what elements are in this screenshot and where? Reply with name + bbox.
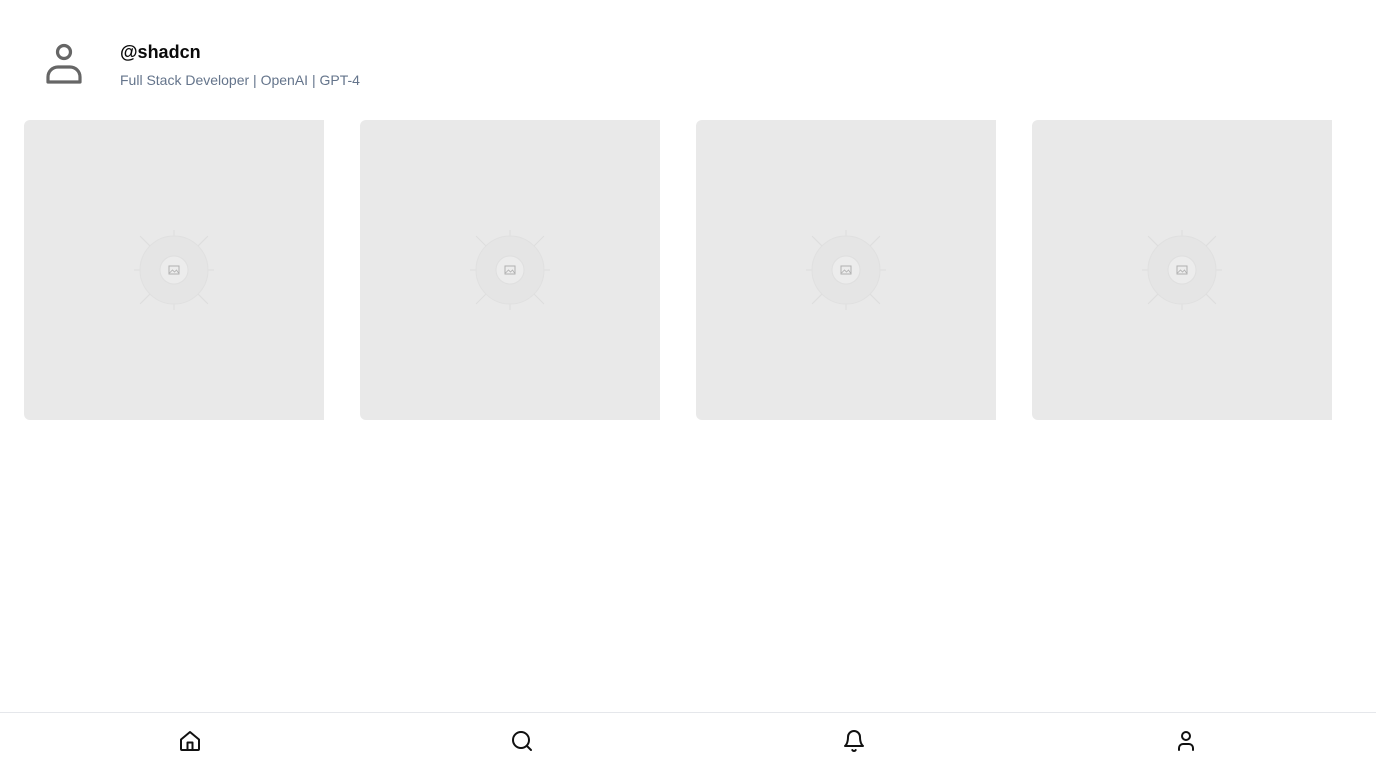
profile-bio: Full Stack Developer | OpenAI | GPT-4 xyxy=(120,72,360,88)
profile-handle: @shadcn xyxy=(120,42,201,62)
profile-page: @shadcn Full Stack Developer | OpenAI | … xyxy=(0,0,1376,768)
nav-profile-button[interactable] xyxy=(1172,727,1200,755)
image-placeholder-icon xyxy=(1142,230,1222,310)
image-placeholder-icon xyxy=(134,230,214,310)
bottom-nav xyxy=(0,712,1376,768)
posts-grid xyxy=(24,120,1332,420)
avatar[interactable] xyxy=(40,40,88,88)
search-icon xyxy=(512,731,532,751)
bell-icon xyxy=(844,730,864,752)
user-icon xyxy=(1178,731,1194,751)
nav-search-button[interactable] xyxy=(508,727,536,755)
profile-header: @shadcn Full Stack Developer | OpenAI | … xyxy=(0,0,1376,110)
home-icon xyxy=(180,731,200,751)
post-tile[interactable] xyxy=(24,120,324,420)
post-tile[interactable] xyxy=(360,120,660,420)
post-tile[interactable] xyxy=(1032,120,1332,420)
nav-home-button[interactable] xyxy=(176,727,204,755)
user-icon xyxy=(46,43,82,84)
nav-notifications-button[interactable] xyxy=(840,727,868,755)
post-tile[interactable] xyxy=(696,120,996,420)
image-placeholder-icon xyxy=(470,230,550,310)
image-placeholder-icon xyxy=(806,230,886,310)
